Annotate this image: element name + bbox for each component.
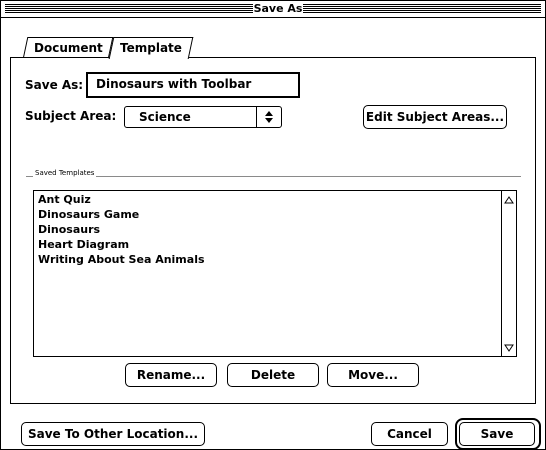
save-as-label: Save As: [25, 78, 84, 92]
list-item[interactable]: Heart Diagram [38, 237, 129, 252]
list-item[interactable]: Dinosaurs [38, 222, 100, 237]
window-title: Save As [253, 1, 303, 17]
save-as-input[interactable] [88, 74, 296, 94]
list-item[interactable]: Ant Quiz [38, 192, 91, 207]
tab-template-label: Template [120, 41, 182, 55]
saved-templates-group [26, 176, 521, 177]
subject-area-popup[interactable]: Science [124, 106, 282, 128]
scroll-down-icon[interactable] [504, 342, 514, 352]
cancel-button[interactable]: Cancel [371, 422, 448, 446]
tab-document-label: Document [33, 41, 103, 55]
move-button[interactable]: Move... [327, 363, 419, 387]
list-item[interactable]: Writing About Sea Animals [38, 252, 205, 267]
tab-template[interactable]: Template [108, 37, 194, 59]
tab-document[interactable]: Document [22, 37, 114, 59]
edit-subject-areas-button[interactable]: Edit Subject Areas... [363, 105, 507, 129]
rename-button[interactable]: Rename... [125, 363, 217, 387]
list-scrollbar[interactable] [501, 191, 516, 356]
title-stripes-left [5, 4, 253, 13]
subject-area-value: Science [139, 110, 191, 124]
delete-button[interactable]: Delete [227, 363, 319, 387]
list-item[interactable]: Dinosaurs Game [38, 207, 139, 222]
subject-area-label: Subject Area: [25, 109, 117, 123]
up-down-arrows-icon [256, 107, 281, 127]
scroll-up-icon[interactable] [504, 194, 514, 204]
save-button[interactable]: Save [459, 422, 535, 446]
title-stripes-right [303, 4, 541, 13]
saved-templates-list[interactable]: Ant Quiz Dinosaurs Game Dinosaurs Heart … [33, 190, 517, 357]
title-bar[interactable]: Save As [1, 1, 545, 18]
save-to-other-location-button[interactable]: Save To Other Location... [21, 422, 205, 446]
save-as-field[interactable] [86, 72, 300, 98]
saved-templates-label: Saved Templates [33, 169, 97, 177]
